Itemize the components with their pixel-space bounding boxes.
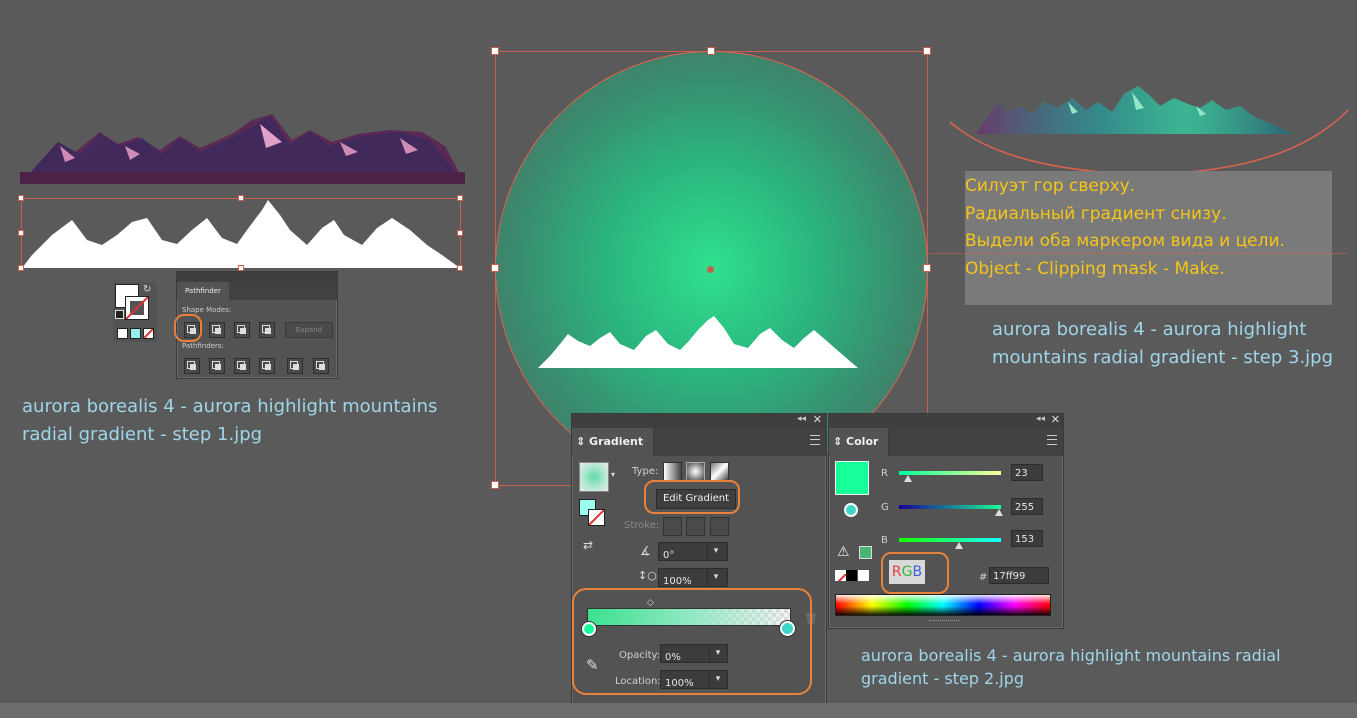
gradient-center-point[interactable] (707, 266, 714, 273)
handle-top-right[interactable] (923, 47, 931, 55)
none-swatch[interactable] (835, 570, 846, 581)
white-mountains-silhouette (22, 200, 460, 268)
stroke-label: Stroke: (624, 520, 660, 531)
stroke-within-button[interactable] (663, 517, 682, 536)
g-label: G (881, 502, 889, 513)
color-collapse-icon[interactable]: ◂◂ (1036, 414, 1045, 424)
color-panel: ◂◂ ✕ ⇕ Color ⚠ R 23 G 255 B 153 RGB # 17f… (828, 413, 1064, 629)
note-line-4: Object - Clipping mask - Make. (965, 258, 1225, 279)
instruction-note: Силуэт гор сверху. Радиальный градиент с… (965, 171, 1332, 305)
intersect-button[interactable] (234, 322, 250, 338)
handle-middle-right[interactable] (923, 264, 931, 272)
gamut-swatch[interactable] (859, 546, 872, 559)
minus-front-button[interactable] (209, 322, 225, 338)
caption-step2: aurora borealis 4 - aurora highlight mou… (861, 646, 1281, 688)
fill-stroke-widget[interactable]: ↻ (113, 282, 157, 342)
linear-type-button[interactable] (663, 462, 682, 481)
out-of-gamut-icon[interactable]: ⚠ (837, 544, 850, 560)
handle-middle-left[interactable] (491, 264, 499, 272)
crop-button[interactable] (259, 358, 275, 374)
pathfinder-tab[interactable]: Pathfinder (177, 282, 229, 300)
angle-dropdown[interactable]: 0° ▾ (658, 542, 728, 561)
b-value-field[interactable]: 153 (1011, 530, 1043, 547)
r-value-field[interactable]: 23 (1011, 464, 1043, 481)
handle-top-left[interactable] (491, 47, 499, 55)
note-line-2: Радиальный градиент снизу. (965, 203, 1227, 224)
freeform-type-button[interactable] (710, 462, 729, 481)
purple-mountains-art (20, 114, 465, 184)
color-stop-indicator-icon (844, 503, 858, 517)
g-slider-thumb[interactable] (995, 509, 1003, 516)
divide-button[interactable] (184, 358, 200, 374)
b-slider-track[interactable] (899, 538, 1001, 542)
panel-close-icon[interactable]: ✕ (813, 413, 822, 426)
color-menu-icon[interactable] (1047, 435, 1057, 445)
exclude-button[interactable] (259, 322, 275, 338)
reverse-gradient-icon[interactable]: ⇄ (583, 538, 593, 552)
color-mode-fill[interactable] (117, 328, 128, 339)
black-swatch[interactable] (846, 570, 857, 581)
note-line-1: Силуэт гор сверху. (965, 176, 1136, 196)
stroke-across-button[interactable] (710, 517, 729, 536)
handle-bottom-left[interactable] (491, 481, 499, 489)
fill-stroke-mini[interactable] (579, 499, 605, 529)
color-tab[interactable]: ⇕ Color (829, 428, 890, 456)
note-connector-line (930, 253, 1348, 254)
unite-highlight (174, 314, 202, 342)
color-fill-swatch[interactable] (835, 461, 869, 495)
handle-top-center[interactable] (707, 47, 715, 55)
pathfinders-label: Pathfinders: (182, 342, 224, 350)
color-spectrum[interactable] (835, 594, 1051, 616)
caption-step1: aurora borealis 4 - aurora highlight mou… (22, 396, 438, 445)
hex-label: # (979, 572, 988, 583)
white-mountains-inside-circle (538, 316, 858, 368)
default-colors-icon[interactable] (115, 310, 124, 319)
trim-button[interactable] (209, 358, 225, 374)
stroke-along-button[interactable] (686, 517, 705, 536)
g-value-field[interactable]: 255 (1011, 498, 1043, 515)
aspect-ratio-dropdown[interactable]: 100% ▾ (658, 568, 728, 587)
rgb-mode-highlight (881, 552, 949, 594)
color-close-icon[interactable]: ✕ (1051, 413, 1060, 426)
bottom-strip (0, 703, 1357, 718)
g-slider-track[interactable] (899, 505, 1001, 509)
preview-dropdown-arrow[interactable]: ▾ (611, 470, 615, 479)
radial-type-button[interactable] (686, 462, 705, 481)
panel-menu-icon[interactable] (810, 435, 820, 445)
r-slider-track[interactable] (899, 471, 1001, 475)
aspect-ratio-icon: ↕○ (638, 569, 657, 582)
clipped-result-preview (949, 86, 1349, 175)
outline-button[interactable] (287, 358, 303, 374)
gradient-slider-highlight (572, 588, 812, 695)
white-swatch[interactable] (858, 570, 869, 581)
color-mode-gradient[interactable] (130, 328, 141, 339)
angle-icon: ∡ (640, 544, 651, 558)
note-line-3: Выдели оба маркером вида и цели. (965, 231, 1285, 251)
b-slider-thumb[interactable] (955, 542, 963, 549)
r-slider-thumb[interactable] (904, 475, 912, 482)
stroke-swatch[interactable] (125, 296, 149, 320)
type-label: Type: (632, 466, 659, 477)
shape-modes-label: Shape Modes: (182, 306, 232, 314)
minus-back-button[interactable] (313, 358, 329, 374)
expand-button[interactable]: Expand (285, 322, 333, 338)
edit-gradient-highlight (644, 480, 740, 514)
color-mode-none[interactable] (143, 328, 154, 339)
b-label: B (881, 535, 888, 546)
hex-value-field[interactable]: 17ff99 (989, 567, 1049, 584)
r-label: R (881, 468, 888, 479)
merge-button[interactable] (234, 358, 250, 374)
caption-step3: aurora borealis 4 - aurora highlight mou… (992, 319, 1334, 368)
panel-collapse-icon[interactable]: ◂◂ (797, 414, 806, 424)
gradient-preview-swatch[interactable] (579, 462, 609, 492)
swap-icon[interactable]: ↻ (143, 284, 151, 295)
gradient-tab[interactable]: ⇕ Gradient (572, 428, 655, 456)
resize-grip[interactable] (929, 620, 959, 625)
